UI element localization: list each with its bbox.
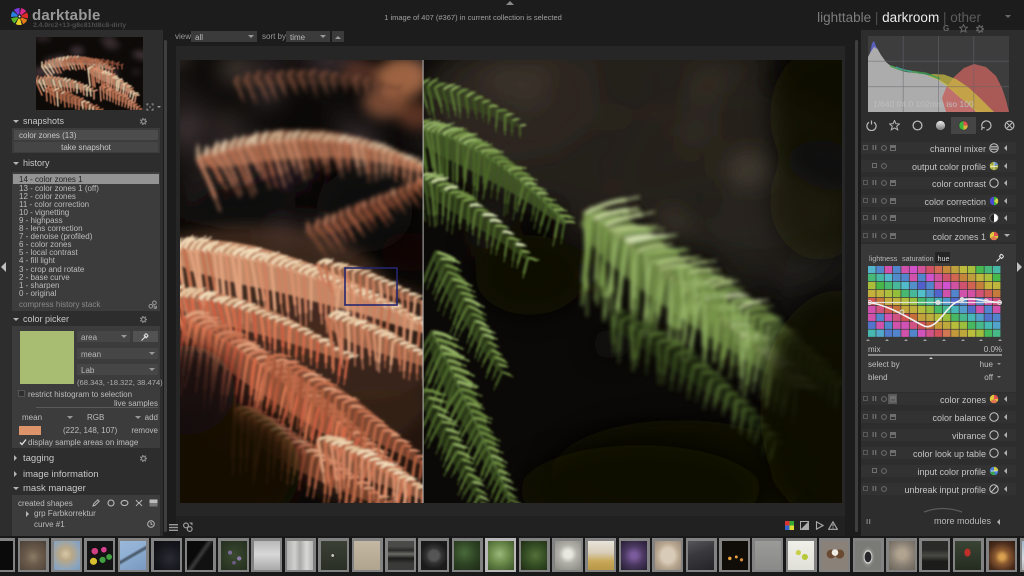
svg-text:1/640 f/4.0 102mm iso 100: 1/640 f/4.0 102mm iso 100 <box>873 99 974 109</box>
